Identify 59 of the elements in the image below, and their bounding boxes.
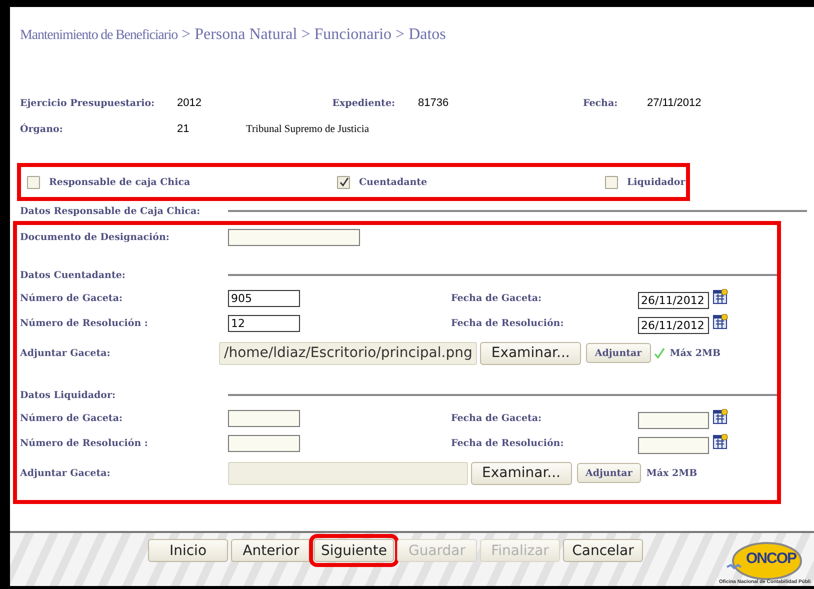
field-label: Fecha de Resolución: xyxy=(451,438,565,449)
browse-button[interactable]: Examinar... xyxy=(471,462,572,484)
field-label: Número de Gaceta: xyxy=(20,413,124,424)
field-label: Número de Resolución : xyxy=(20,438,149,449)
field-label: Fecha de Resolución: xyxy=(451,318,565,329)
calendar-icon[interactable] xyxy=(713,314,728,328)
logo-wordmark: ONCOP xyxy=(746,550,796,567)
nav-button[interactable]: Anterior xyxy=(231,539,311,562)
field-label: Fecha: xyxy=(583,98,619,108)
checkbox-label: Responsable de caja Chica xyxy=(49,176,190,188)
date-field[interactable]: 26/11/2012 xyxy=(638,292,709,308)
section-title: Datos Liquidador: xyxy=(20,390,117,400)
section-title: Datos Cuentadante: xyxy=(20,270,126,280)
file-path-field[interactable]: /home/ldiaz/Escritorio/principal.png xyxy=(219,342,478,364)
input-field[interactable] xyxy=(228,229,360,246)
checkbox-label: Cuentadante xyxy=(359,176,428,188)
input-field[interactable] xyxy=(228,435,300,452)
checkbox[interactable] xyxy=(605,176,618,188)
field-value: Tribunal Supremo de Justicia xyxy=(246,124,369,134)
field-label: Documento de Designación: xyxy=(20,232,170,243)
field-label: Número de Gaceta: xyxy=(20,293,124,304)
field-label: Número de Resolución : xyxy=(20,318,149,329)
field-value: 27/11/2012 xyxy=(647,97,702,109)
input-field[interactable]: 905 xyxy=(228,290,300,307)
field-label: Expediente: xyxy=(331,98,395,108)
nav-button[interactable]: Inicio xyxy=(148,539,228,562)
nav-button[interactable]: Cancelar xyxy=(563,539,644,562)
field-label: Adjuntar Gaceta: xyxy=(20,348,112,358)
section-title: Datos Responsable de Caja Chica: xyxy=(20,206,202,216)
input-field[interactable] xyxy=(228,410,300,427)
size-note: Máx 2MB xyxy=(646,468,698,478)
checkbox[interactable] xyxy=(27,176,40,188)
file-path-field[interactable] xyxy=(228,462,468,484)
field-value: 81736 xyxy=(418,97,450,109)
field-value: 21 xyxy=(177,123,190,135)
field-label: Fecha de Gaceta: xyxy=(451,413,543,424)
field-value: 2012 xyxy=(177,97,202,109)
nav-button: Finalizar xyxy=(480,539,560,562)
size-note: Máx 2MB xyxy=(670,348,720,358)
field-label: Adjuntar Gaceta: xyxy=(20,468,112,478)
calendar-icon[interactable] xyxy=(713,434,728,448)
breadcrumb-text: Mantenimiento de Beneficiario xyxy=(20,28,178,44)
nav-button: Guardar xyxy=(397,539,478,562)
calendar-icon[interactable] xyxy=(713,288,728,304)
attach-button[interactable]: Adjuntar xyxy=(586,343,651,363)
field-label: Fecha de Gaceta: xyxy=(451,293,543,304)
checkbox[interactable] xyxy=(337,176,350,188)
date-field[interactable] xyxy=(638,412,709,428)
browse-button[interactable]: Examinar... xyxy=(480,342,581,364)
field-label: Ejercicio Presupuestario: xyxy=(20,98,156,108)
check-icon xyxy=(338,177,348,187)
checkbox-label: Liquidador xyxy=(627,176,686,188)
date-field[interactable]: 26/11/2012 xyxy=(638,316,709,334)
calendar-icon[interactable] xyxy=(713,408,728,424)
breadcrumb-text: > Persona Natural > Funcionario > Datos xyxy=(182,26,446,44)
input-field[interactable]: 12 xyxy=(228,315,300,332)
field-label: Órgano: xyxy=(20,124,64,134)
date-field[interactable] xyxy=(638,436,709,454)
attach-button[interactable]: Adjuntar xyxy=(576,463,642,483)
